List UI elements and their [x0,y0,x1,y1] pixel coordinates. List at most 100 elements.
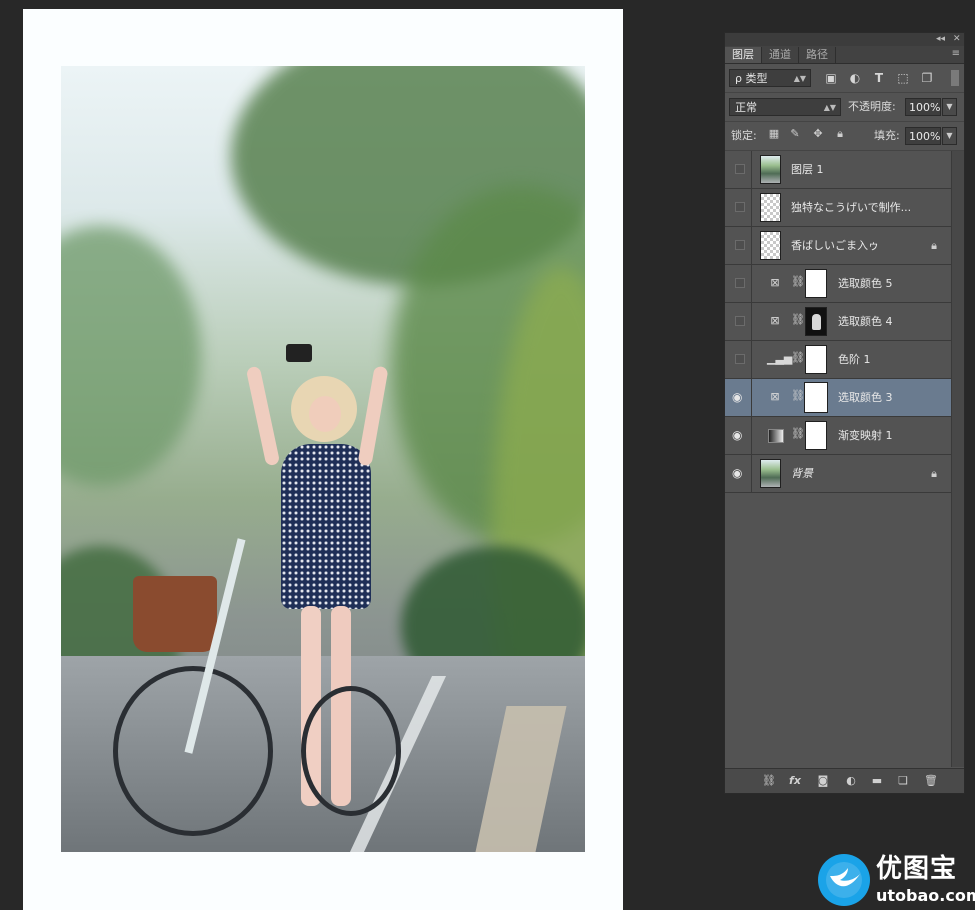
visibility-toggle[interactable] [728,189,752,227]
blend-mode-value: 正常 [735,101,757,114]
eye-icon: ◉ [732,466,743,480]
layer-filter-dropdown[interactable]: ρ 类型 ▲▼ [729,69,811,87]
close-panel-icon[interactable]: ✕ [953,33,961,46]
layer-mask-thumbnail[interactable] [805,269,827,298]
filter-kind-value: 类型 [745,72,768,85]
layer-mask-thumbnail[interactable] [804,382,828,413]
visibility-toggle[interactable]: ◉ [728,379,752,417]
shape-filter-icon[interactable]: ⬚ [895,70,911,86]
link-chain-icon[interactable]: ⛓︎ [791,427,805,440]
fx-icon[interactable]: fx [787,773,803,789]
watermark-title: 优图宝 [876,854,958,884]
visibility-toggle[interactable] [728,227,752,265]
layer-mask-thumbnail[interactable] [805,345,827,374]
fill-field[interactable]: 100% [905,127,941,145]
text-layer-thumbnail [760,193,781,222]
tab-channels[interactable]: 通道 [762,47,799,63]
visibility-toggle[interactable]: ◉ [728,417,752,455]
opacity-field[interactable]: 100% [905,98,941,116]
layer-row[interactable]: 独特なこうげいで制作... [725,189,951,227]
layer-filter-row: ρ 类型 ▲▼ ▣ ◐ T ⬚ ❐ [725,64,964,93]
watermark-url: utobao.com [876,886,975,905]
chevron-down-icon: ▲▼ [793,74,806,83]
link-chain-icon[interactable]: ⛓︎ [791,313,805,326]
layers-bottom-bar: ⛓︎ fx ◙ ◐ ▬ ❏ 🗑︎ [725,768,964,793]
new-group-icon[interactable]: ▬ [869,773,885,789]
visibility-toggle[interactable] [728,265,752,303]
visibility-off-box [735,354,745,364]
layers-scrollbar[interactable] [951,151,964,767]
image-filter-icon[interactable]: ▣ [823,70,839,86]
link-layers-icon[interactable]: ⛓︎ [761,773,777,789]
lock-icon: 🔒︎ [931,467,937,480]
link-chain-icon[interactable]: ⛓︎ [791,389,805,402]
layers-panel: ◂◂ ✕ 图层 通道 路径 ≡ ρ 类型 ▲▼ ▣ ◐ T ⬚ ❐ 正常 ▲▼ … [724,32,965,794]
trash-icon[interactable]: 🗑︎ [923,773,939,789]
link-chain-icon[interactable]: ⛓︎ [791,275,805,288]
panel-title-bar: ◂◂ ✕ [725,33,964,46]
mask-figure-shape [812,314,821,330]
layer-name: 选取颜色 4 [838,315,893,328]
tab-layers[interactable]: 图层 [725,47,762,63]
lock-position-icon[interactable]: ✥ [811,127,825,141]
layer-name: 色阶 1 [838,353,871,366]
adjustment-filter-icon[interactable]: ◐ [847,70,863,86]
lock-label: 锁定: [731,129,757,142]
text-layer-thumbnail [760,231,781,260]
blend-mode-dropdown[interactable]: 正常 ▲▼ [729,98,841,116]
new-adjustment-icon[interactable]: ◐ [843,773,859,789]
visibility-toggle[interactable] [728,151,752,189]
panel-menu-icon[interactable]: ≡ [952,48,960,60]
layer-row-selected[interactable]: ◉ ⊠ ⛓︎ 选取颜色 3 [725,379,951,417]
layer-row[interactable]: ⊠ ⛓︎ 选取颜色 5 [725,265,951,303]
layer-name: 图层 1 [791,163,824,176]
panel-tabs: 图层 通道 路径 ≡ [725,46,964,64]
visibility-off-box [735,240,745,250]
layer-row[interactable]: ◉ 背景 🔒︎ [725,455,951,493]
layer-row[interactable]: 香ばしいごま入ゥ 🔒︎ [725,227,951,265]
visibility-toggle[interactable]: ◉ [728,455,752,493]
layer-name: 选取颜色 5 [838,277,893,290]
layer-name: 香ばしいごま入ゥ [791,239,879,252]
filter-search-icon: ρ [735,72,742,85]
layer-row[interactable]: ▁▃▅ ⛓︎ 色阶 1 [725,341,951,379]
fill-dropdown-icon[interactable]: ▼ [942,127,957,145]
visibility-toggle[interactable] [728,303,752,341]
smart-object-filter-icon[interactable]: ❐ [919,70,935,86]
watermark: 优图宝 utobao.com [818,852,975,910]
layer-mask-thumbnail[interactable] [805,421,827,450]
selective-color-icon: ⊠ [770,390,780,403]
layer-name: 选取颜色 3 [838,391,893,404]
layer-name: 渐变映射 1 [838,429,893,442]
layer-row[interactable]: ⊠ ⛓︎ 选取颜色 4 [725,303,951,341]
lock-icon: 🔒︎ [931,239,937,252]
new-layer-icon[interactable]: ❏ [895,773,911,789]
visibility-toggle[interactable] [728,341,752,379]
document-canvas[interactable] [23,9,623,910]
filter-toggle-switch[interactable] [951,70,959,86]
layer-name: 独特なこうげいで制作... [791,201,912,214]
type-filter-icon[interactable]: T [871,70,887,86]
opacity-dropdown-icon[interactable]: ▼ [942,98,957,116]
tab-paths[interactable]: 路径 [799,47,836,63]
lock-all-icon[interactable]: 🔒︎ [833,127,847,141]
fill-label: 填充: [874,129,900,142]
layer-row[interactable]: ◉ ⛓︎ 渐变映射 1 [725,417,951,455]
levels-icon: ▁▃▅ [767,352,793,365]
collapse-panel-icon[interactable]: ◂◂ [936,33,945,46]
selective-color-icon: ⊠ [770,314,780,327]
opacity-label: 不透明度: [848,100,896,113]
blend-row: 正常 ▲▼ 不透明度: 100% ▼ [725,93,964,122]
layer-thumbnail [760,459,781,488]
visibility-off-box [735,164,745,174]
add-mask-icon[interactable]: ◙ [815,773,831,789]
lock-pixels-icon[interactable]: ✎ [788,127,802,141]
link-chain-icon[interactable]: ⛓︎ [791,351,805,364]
eye-icon: ◉ [732,428,743,442]
layer-row[interactable]: 图层 1 [725,151,951,189]
layer-mask-thumbnail[interactable] [805,307,827,336]
bird-logo-icon [818,854,870,906]
lock-transparency-icon[interactable]: ▦ [767,127,781,141]
selective-color-icon: ⊠ [770,276,780,289]
gradient-map-icon [768,429,784,443]
